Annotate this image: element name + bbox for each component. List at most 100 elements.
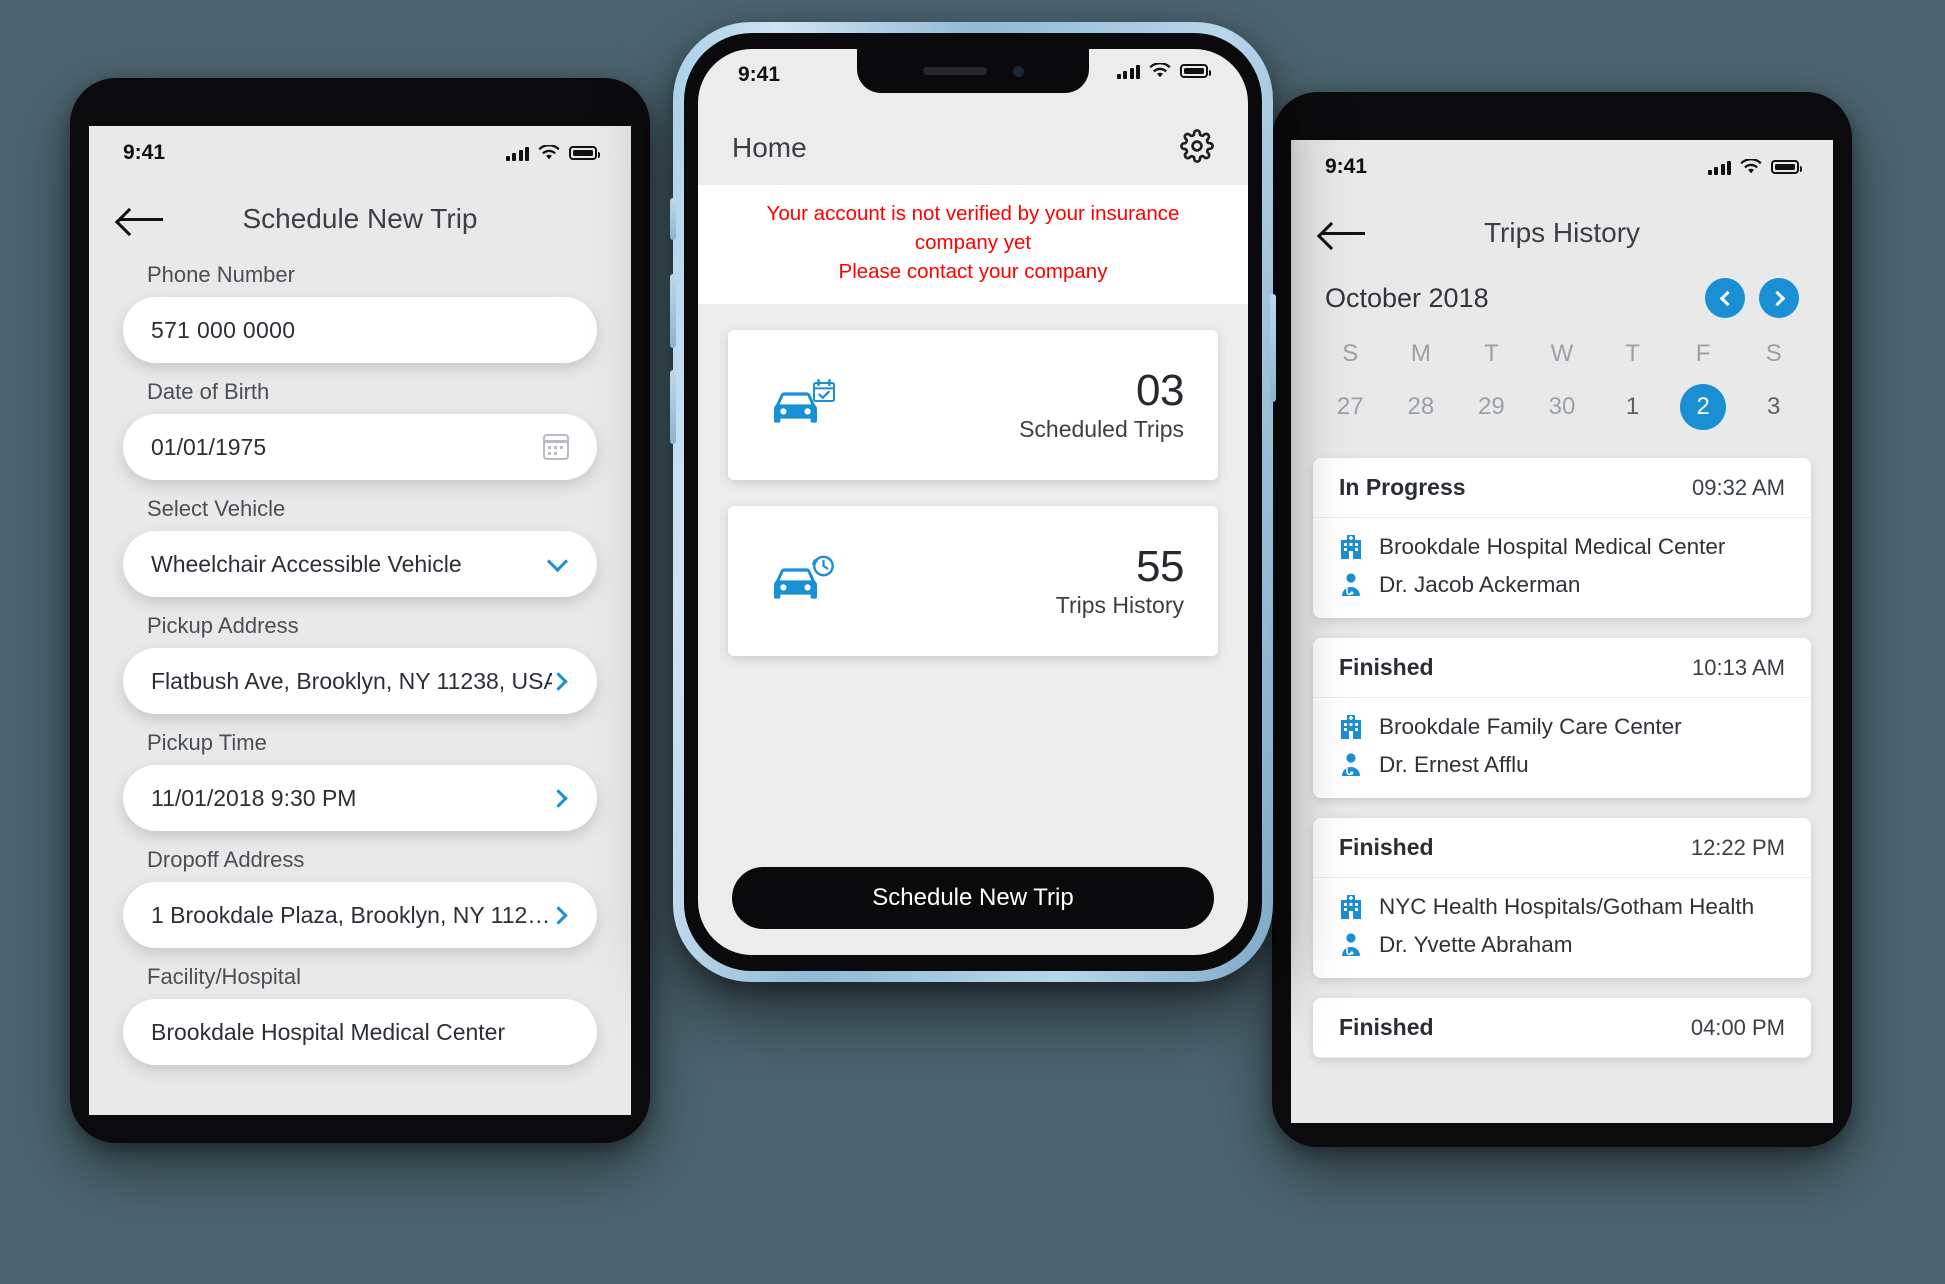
calendar-day[interactable]: 30 xyxy=(1527,384,1598,430)
phone-left-device: 9:41 Schedule New Trip Phone Number 571 … xyxy=(70,78,650,1143)
chevron-down-icon[interactable] xyxy=(546,550,569,572)
wifi-icon xyxy=(1149,63,1171,78)
date-of-birth-input[interactable]: 01/01/1975 xyxy=(123,414,597,480)
weekday-label: W xyxy=(1550,340,1574,367)
field-label: Select Vehicle xyxy=(147,496,286,521)
weekday-label: S xyxy=(1342,340,1359,367)
trip-time: 04:00 PM xyxy=(1690,1014,1785,1040)
select-vehicle-dropdown[interactable]: Wheelchair Accessible Vehicle xyxy=(123,531,597,597)
field-tail xyxy=(549,671,569,691)
trips-history-label: Trips History xyxy=(1055,591,1184,618)
doctor-name: Dr. Ernest Afflu xyxy=(1379,752,1529,777)
trip-card[interactable]: Finished 04:00 PM xyxy=(1313,998,1811,1058)
phone-right-screen: 9:41 Trips History October 2018 S M T W … xyxy=(1291,140,1833,1123)
cellular-signal-icon xyxy=(505,146,529,161)
calendar-day[interactable]: 27 xyxy=(1315,384,1386,430)
power-button[interactable] xyxy=(1270,294,1276,402)
facility-hospital-input[interactable]: Brookdale Hospital Medical Center xyxy=(123,999,597,1065)
front-camera xyxy=(1012,65,1024,77)
field-label: Pickup Time xyxy=(147,730,267,755)
phone-center-screen: 9:41 Home Your account is not verified b… xyxy=(698,49,1248,955)
field-value: 11/01/2018 9:30 PM xyxy=(151,784,357,811)
doctor-icon xyxy=(1342,933,1360,956)
cellular-signal-icon xyxy=(1116,64,1140,79)
weekday-label: T xyxy=(1625,340,1640,367)
schedule-new-trip-button[interactable]: Schedule New Trip xyxy=(732,867,1214,929)
doctor-name: Dr. Jacob Ackerman xyxy=(1379,572,1581,597)
trip-doctor-row: Dr. Jacob Ackerman xyxy=(1339,572,1785,598)
weekday-label: F xyxy=(1695,340,1711,367)
field-facility-hospital: Facility/Hospital Brookdale Hospital Med… xyxy=(89,964,631,1065)
cellular-signal-icon xyxy=(1707,160,1731,175)
calendar-nav xyxy=(1705,278,1799,318)
weekday-label: M xyxy=(1410,340,1431,367)
silent-switch[interactable] xyxy=(670,198,676,240)
trip-card[interactable]: Finished 10:13 AM Brookdale Family Care … xyxy=(1313,638,1811,798)
phone-center-device: 9:41 Home Your account is not verified b… xyxy=(670,22,1276,982)
chevron-right-icon[interactable] xyxy=(549,671,568,691)
trip-history-list: In Progress 09:32 AM Brookdale Hospital … xyxy=(1291,458,1833,1058)
notch xyxy=(857,49,1089,93)
calendar-day[interactable]: 1 xyxy=(1597,384,1668,430)
trip-card-header: Finished 04:00 PM xyxy=(1313,998,1811,1058)
status-time: 9:41 xyxy=(123,141,166,164)
calendar-day-selected[interactable]: 2 xyxy=(1668,384,1739,430)
scheduled-trips-card[interactable]: 03 Scheduled Trips xyxy=(728,330,1218,481)
calendar-day[interactable]: 3 xyxy=(1738,384,1809,430)
trip-card-body: Brookdale Family Care Center Dr. Ernest … xyxy=(1313,698,1811,798)
field-date-of-birth: Date of Birth 01/01/1975 xyxy=(89,379,631,480)
field-tail xyxy=(549,905,569,925)
status-indicators xyxy=(1116,63,1211,79)
calendar-day[interactable]: 28 xyxy=(1386,384,1457,430)
field-value: Flatbush Ave, Brooklyn, NY 11238, USA xyxy=(151,667,552,694)
card-text: 55 Trips History xyxy=(1055,541,1185,619)
trip-card-body: NYC Health Hospitals/Gotham Health Dr. Y… xyxy=(1313,878,1811,978)
dropoff-address-input[interactable]: 1 Brookdale Plaza, Brooklyn, NY 112… xyxy=(123,882,597,948)
scheduled-trips-label: Scheduled Trips xyxy=(1019,415,1184,442)
trip-card-header: Finished 12:22 PM xyxy=(1313,818,1811,878)
status-bar-right: 9:41 xyxy=(1291,140,1833,194)
calendar-day[interactable]: 29 xyxy=(1456,384,1527,430)
status-badge: Finished xyxy=(1339,654,1434,680)
pickup-address-input[interactable]: Flatbush Ave, Brooklyn, NY 11238, USA xyxy=(123,648,597,714)
alert-line-1: Your account is not verified by your ins… xyxy=(766,202,1180,255)
calendar-day-row: 27 28 29 30 1 2 3 xyxy=(1291,384,1833,430)
trip-doctor-row: Dr. Yvette Abraham xyxy=(1339,932,1785,958)
wifi-icon xyxy=(1740,159,1762,174)
pickup-time-input[interactable]: 11/01/2018 9:30 PM xyxy=(123,765,597,831)
doctor-name: Dr. Yvette Abraham xyxy=(1379,932,1573,957)
back-arrow-icon[interactable] xyxy=(119,206,165,232)
mockup-stage: 9:41 Schedule New Trip Phone Number 571 … xyxy=(0,0,1945,1284)
status-time: 9:41 xyxy=(738,63,781,86)
field-label: Phone Number xyxy=(147,262,295,287)
field-label: Pickup Address xyxy=(147,613,299,638)
trips-history-card[interactable]: 55 Trips History xyxy=(728,506,1218,657)
field-value: Brookdale Hospital Medical Center xyxy=(151,1018,506,1045)
status-indicators xyxy=(505,145,600,161)
field-select-vehicle: Select Vehicle Wheelchair Accessible Veh… xyxy=(89,496,631,597)
chevron-right-icon[interactable] xyxy=(1759,278,1799,318)
calendar-icon[interactable] xyxy=(543,434,569,460)
trip-card-header: Finished 10:13 AM xyxy=(1313,638,1811,698)
chevron-right-icon[interactable] xyxy=(549,905,568,925)
phone-number-input[interactable]: 571 000 0000 xyxy=(123,297,597,363)
calendar-month-label: October 2018 xyxy=(1325,282,1489,313)
status-badge: Finished xyxy=(1339,1014,1434,1040)
trip-time: 10:13 AM xyxy=(1692,654,1785,680)
trips-history-count: 55 xyxy=(1136,541,1184,591)
gear-icon[interactable] xyxy=(1180,128,1214,168)
battery-icon xyxy=(1180,64,1211,78)
hospital-icon xyxy=(1341,715,1361,739)
volume-up-button[interactable] xyxy=(670,274,676,348)
hospital-icon xyxy=(1341,895,1361,919)
chevron-left-icon[interactable] xyxy=(1705,278,1745,318)
field-label: Facility/Hospital xyxy=(147,964,302,989)
back-arrow-icon[interactable] xyxy=(1321,220,1367,246)
trip-card[interactable]: Finished 12:22 PM NYC Health Hospitals/G… xyxy=(1313,818,1811,978)
trip-card-body: Brookdale Hospital Medical Center Dr. Ja… xyxy=(1313,518,1811,618)
volume-down-button[interactable] xyxy=(670,370,676,444)
hospital-icon xyxy=(1341,535,1361,559)
trip-card[interactable]: In Progress 09:32 AM Brookdale Hospital … xyxy=(1313,458,1811,618)
chevron-right-icon[interactable] xyxy=(549,788,568,808)
trip-time: 09:32 AM xyxy=(1692,474,1785,500)
